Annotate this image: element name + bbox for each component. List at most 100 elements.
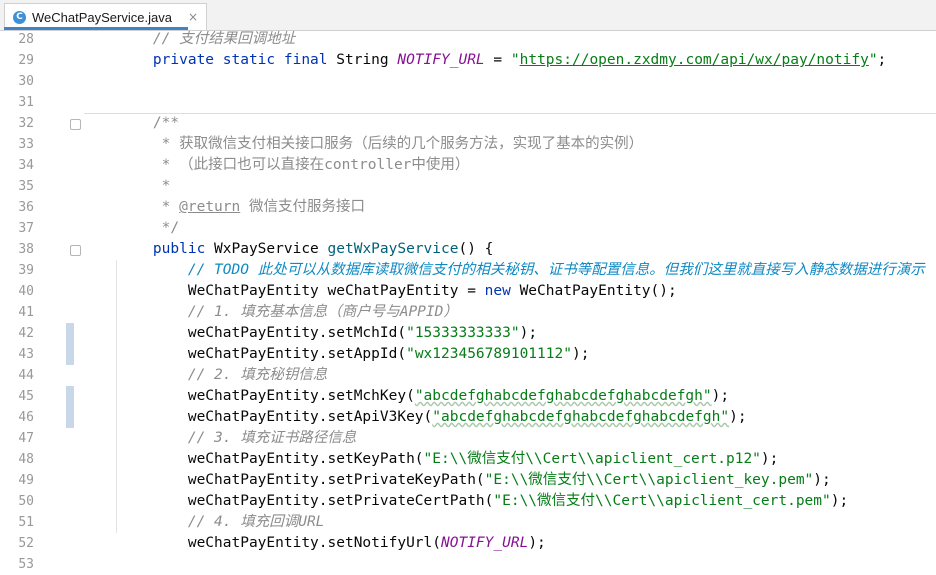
line-number: 31: [18, 95, 34, 110]
tab-label: WeChatPayService.java: [32, 9, 172, 25]
line-number: 37: [18, 221, 34, 236]
code-text: * @return 微信支付服务接口: [118, 197, 365, 218]
code-text: * （此接口也可以直接在controller中使用）: [118, 155, 470, 176]
code-token: * 获取微信支付相关接口服务（后续的几个服务方法，实现了基本的实例）: [161, 136, 644, 152]
code-token: () {: [458, 241, 494, 257]
code-text: */: [118, 218, 179, 239]
code-line[interactable]: 47 // 3. 填充证书路径信息: [0, 428, 936, 449]
code-token: );: [528, 535, 546, 551]
code-token: weChatPayEntity.setApiV3Key(: [118, 409, 433, 425]
code-token: //: [187, 262, 215, 278]
code-token: ": [510, 52, 520, 68]
code-token: "abcdefghabcdefghabcdefghabcdefgh": [432, 409, 730, 425]
code-line[interactable]: 36 * @return 微信支付服务接口: [0, 197, 936, 218]
line-number: 47: [18, 431, 34, 446]
code-token: new: [484, 283, 520, 299]
code-token: weChatPayEntity.setAppId(: [118, 346, 407, 362]
code-line[interactable]: 30: [0, 71, 936, 92]
line-number: 52: [18, 536, 34, 551]
code-token: NOTIFY_URL: [441, 535, 529, 551]
code-token: // 2. 填充秘钥信息: [187, 367, 328, 383]
line-number: 51: [18, 515, 34, 530]
line-number: 41: [18, 305, 34, 320]
vcs-change-marker[interactable]: [66, 386, 74, 428]
code-token: https://open.zxdmy.com/api/wx/pay/notify: [519, 52, 869, 68]
code-token: *: [161, 178, 171, 194]
close-icon[interactable]: ×: [188, 10, 198, 24]
code-line[interactable]: 38 public WxPayService getWxPayService()…: [0, 239, 936, 260]
code-text: WeChatPayEntity weChatPayEntity = new We…: [118, 281, 677, 302]
code-line[interactable]: 52 weChatPayEntity.setNotifyUrl(NOTIFY_U…: [0, 533, 936, 554]
code-line[interactable]: 45 weChatPayEntity.setMchKey("abcdefghab…: [0, 386, 936, 407]
code-text: // 1. 填充基本信息（商户号与APPID）: [118, 302, 458, 323]
line-number: 30: [18, 74, 34, 89]
code-line[interactable]: 44 // 2. 填充秘钥信息: [0, 365, 936, 386]
code-text: weChatPayEntity.setAppId("wx123456789101…: [118, 344, 590, 365]
tab-wechatpayservice[interactable]: C WeChatPayService.java ×: [4, 3, 207, 30]
code-line[interactable]: 41 // 1. 填充基本信息（商户号与APPID）: [0, 302, 936, 323]
code-line[interactable]: 35 *: [0, 176, 936, 197]
line-number: 53: [18, 557, 34, 572]
code-token: */: [161, 220, 180, 236]
line-number: 43: [18, 347, 34, 362]
code-token: private static final: [152, 52, 337, 68]
code-text: // 3. 填充证书路径信息: [118, 428, 356, 449]
code-line[interactable]: 40 WeChatPayEntity weChatPayEntity = new…: [0, 281, 936, 302]
code-line[interactable]: 53: [0, 554, 936, 575]
editor-tab-bar: C WeChatPayService.java ×: [0, 0, 936, 31]
code-text: weChatPayEntity.setKeyPath("E:\\微信支付\\Ce…: [118, 449, 779, 470]
code-text: *: [118, 176, 171, 197]
code-token: "wx123456789101112": [406, 346, 572, 362]
code-line[interactable]: 42 weChatPayEntity.setMchId("15333333333…: [0, 323, 936, 344]
code-token: weChatPayEntity.setMchKey(: [118, 388, 415, 404]
indent-guide: [116, 260, 117, 533]
code-text: weChatPayEntity.setNotifyUrl(NOTIFY_URL)…: [118, 533, 546, 554]
code-line[interactable]: 43 weChatPayEntity.setAppId("wx123456789…: [0, 344, 936, 365]
code-token: ;: [877, 52, 887, 68]
code-token: =: [484, 52, 511, 68]
code-text: weChatPayEntity.setMchKey("abcdefghabcde…: [118, 386, 729, 407]
code-token: weChatPayEntity.setMchId(: [118, 325, 407, 341]
code-text: // 支付结果回调地址: [118, 29, 295, 50]
code-line[interactable]: 49 weChatPayEntity.setPrivateKeyPath("E:…: [0, 470, 936, 491]
code-token: // 4. 填充回调URL: [187, 514, 325, 530]
code-line[interactable]: 31: [0, 92, 936, 113]
code-token: );: [571, 346, 590, 362]
code-token: weChatPayEntity.setNotifyUrl(: [118, 535, 442, 551]
code-text: weChatPayEntity.setPrivateKeyPath("E:\\微…: [118, 470, 831, 491]
code-token: WxPayService: [214, 241, 328, 257]
vcs-change-marker[interactable]: [66, 323, 74, 365]
code-text: * 获取微信支付相关接口服务（后续的几个服务方法，实现了基本的实例）: [118, 134, 643, 155]
code-token: "15333333333": [406, 325, 520, 341]
code-line[interactable]: 37 */: [0, 218, 936, 239]
code-line[interactable]: 46 weChatPayEntity.setApiV3Key("abcdefgh…: [0, 407, 936, 428]
code-line[interactable]: 29 private static final String NOTIFY_UR…: [0, 50, 936, 71]
code-text: weChatPayEntity.setMchId("15333333333");: [118, 323, 537, 344]
code-token: WeChatPayEntity();: [519, 283, 677, 299]
code-line[interactable]: 48 weChatPayEntity.setKeyPath("E:\\微信支付\…: [0, 449, 936, 470]
code-token: "E:\\微信支付\\Cert\\apiclient_cert.p12": [423, 451, 761, 467]
code-line[interactable]: 32 /**: [0, 113, 936, 134]
line-number: 39: [18, 263, 34, 278]
code-line[interactable]: 33 * 获取微信支付相关接口服务（后续的几个服务方法，实现了基本的实例）: [0, 134, 936, 155]
code-token: weChatPayEntity.setPrivateCertPath(: [118, 493, 494, 509]
fold-toggle-icon[interactable]: [70, 119, 81, 130]
code-line[interactable]: 39 // TODO 此处可以从数据库读取微信支付的相关秘钥、证书等配置信息。但…: [0, 260, 936, 281]
code-token: String: [336, 52, 398, 68]
code-line[interactable]: 50 weChatPayEntity.setPrivateCertPath("E…: [0, 491, 936, 512]
code-token: NOTIFY_URL: [397, 52, 485, 68]
line-number: 28: [18, 32, 34, 47]
code-line[interactable]: 34 * （此接口也可以直接在controller中使用）: [0, 155, 936, 176]
fold-toggle-icon[interactable]: [70, 245, 81, 256]
code-line[interactable]: 51 // 4. 填充回调URL: [0, 512, 936, 533]
code-line[interactable]: 28 // 支付结果回调地址: [0, 29, 936, 50]
code-token: );: [519, 325, 538, 341]
